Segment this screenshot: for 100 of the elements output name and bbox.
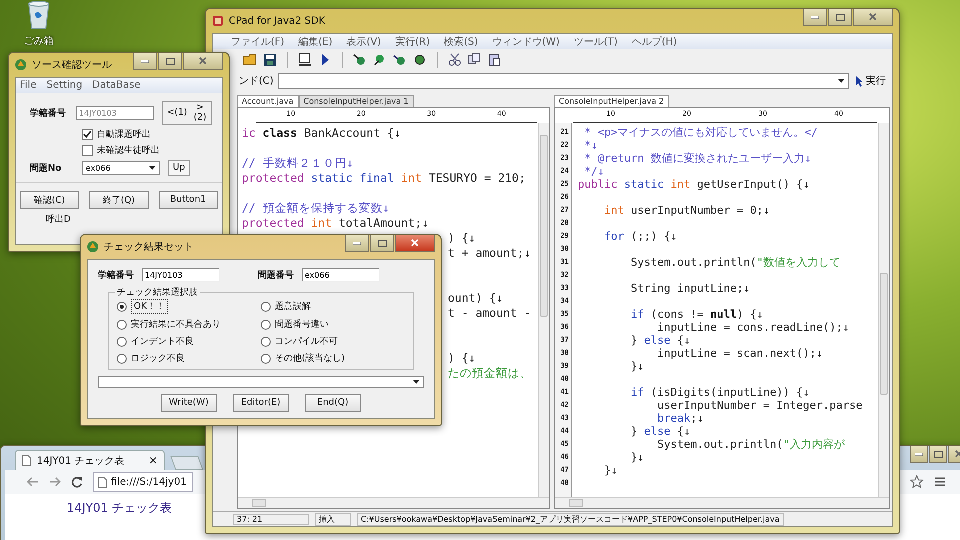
maximize-button[interactable] <box>828 9 852 26</box>
back-arrow-icon[interactable] <box>27 477 39 487</box>
radio-button[interactable] <box>261 320 271 330</box>
problem-dropdown[interactable]: ex066 <box>82 161 160 175</box>
save-icon[interactable] <box>263 53 277 67</box>
horizontal-scrollbar[interactable] <box>555 497 889 508</box>
option-label[interactable]: 実行結果に不具合あり <box>131 318 221 331</box>
close-button[interactable] <box>183 53 223 70</box>
option-label[interactable]: 題意誤解 <box>275 300 311 313</box>
tab-title: 14JY01 チェック表 <box>37 454 126 468</box>
window-title: チェック結果セット <box>104 241 195 254</box>
code-line: userInputNumber = Integer.parse <box>656 399 864 412</box>
copy-icon[interactable] <box>468 53 482 67</box>
command-field[interactable] <box>278 73 849 89</box>
code-line: t - amount - <box>448 306 532 321</box>
code-line: inputLine = cons.readLine();↓ <box>656 321 851 334</box>
action-button[interactable]: Write(W) <box>161 394 217 412</box>
code-line: for (;;) {↓ <box>603 230 678 243</box>
action-button[interactable]: 確認(C) <box>20 191 80 209</box>
menu-item[interactable]: 検索(S) <box>444 34 478 48</box>
menu-item[interactable]: DataBase <box>92 80 141 91</box>
minimize-button[interactable] <box>133 53 157 70</box>
option-label[interactable]: インデント不良 <box>131 335 194 348</box>
up-button[interactable]: Up <box>168 160 190 176</box>
close-button[interactable] <box>395 235 435 252</box>
radio-button[interactable] <box>117 354 127 364</box>
option-label[interactable]: OK！！ <box>131 299 168 314</box>
maximize-button[interactable] <box>158 53 182 70</box>
page-icon <box>98 476 107 488</box>
checkbox[interactable] <box>82 145 93 156</box>
menu-item[interactable]: ファイル(F) <box>231 34 285 48</box>
maximize-button[interactable] <box>929 446 947 463</box>
address-bar[interactable]: file:///S:/14jy01 <box>93 472 193 492</box>
horizontal-scrollbar[interactable] <box>238 497 549 508</box>
field-label: 呼出D <box>45 214 72 226</box>
run-button[interactable]: 実行 <box>853 74 888 88</box>
paste-icon[interactable] <box>488 53 502 67</box>
radio-button[interactable] <box>117 336 127 346</box>
folder-icon[interactable] <box>243 53 257 67</box>
menu-item[interactable]: 実行(R) <box>395 34 430 48</box>
file-tab[interactable]: ConsoleInputHelper.java 2 <box>554 95 670 107</box>
problem-number-field[interactable]: ex066 <box>302 268 380 282</box>
minimize-button[interactable] <box>345 235 369 252</box>
option-label[interactable]: 問題番号違い <box>275 318 329 331</box>
option-label[interactable]: ロジック不良 <box>131 352 185 365</box>
file-path: C:¥Users¥ookawa¥Desktop¥JavaSeminar¥2_アプリ実習ソースコード¥APP_STEP0¥ConsoleInputHelper.java <box>357 512 784 526</box>
close-button[interactable] <box>853 9 893 26</box>
icon-label[interactable]: ごみ箱 <box>24 34 54 48</box>
menu-item[interactable]: ウィンドウ(W) <box>492 34 560 48</box>
minimize-button[interactable] <box>803 9 827 26</box>
radio-button[interactable] <box>117 320 127 330</box>
code-line: protected static final int TESURYO = 210; <box>242 171 527 186</box>
nav-button[interactable]: >(2) <box>191 103 209 123</box>
nav-button[interactable]: <(1) <box>165 103 190 123</box>
checkbox[interactable] <box>82 129 93 140</box>
menu-item[interactable]: ツール(T) <box>574 34 618 48</box>
cursor-icon <box>855 76 863 86</box>
minimize-button[interactable] <box>910 446 928 463</box>
trash-bin-icon[interactable] <box>26 0 52 30</box>
checkbox-label[interactable]: 自動課題呼出 <box>97 128 151 141</box>
menu-item[interactable]: ヘルプ(H) <box>632 34 678 48</box>
action-button[interactable]: Button1 <box>158 191 218 209</box>
maximize-button[interactable] <box>370 235 394 252</box>
checkbox-label[interactable]: 未確認生徒呼出 <box>97 144 160 157</box>
star-icon[interactable] <box>910 475 924 489</box>
tab-close-button[interactable]: × <box>148 454 158 467</box>
window-title: CPad for Java2 SDK <box>229 16 326 26</box>
minimize-icon <box>353 242 361 244</box>
radio-button[interactable] <box>261 354 271 364</box>
file-tab[interactable]: Account.java <box>237 95 299 107</box>
menu-item[interactable]: 編集(E) <box>298 34 333 48</box>
document-icon[interactable] <box>298 53 312 67</box>
code-line: *↓ <box>584 139 599 152</box>
vertical-scrollbar[interactable] <box>878 123 889 497</box>
file-tab[interactable]: ConsoleInputHelper.java 1 <box>298 95 414 107</box>
option-label[interactable]: その他(該当なし) <box>275 352 346 365</box>
menu-item[interactable]: Setting <box>46 80 83 91</box>
page-heading: 14JY01 チェック表 <box>67 500 172 517</box>
radio-button[interactable] <box>117 302 127 312</box>
menu-item[interactable]: 表示(V) <box>346 34 382 48</box>
action-button[interactable]: Editor(E) <box>233 394 289 412</box>
reload-icon[interactable] <box>71 476 83 488</box>
action-button[interactable]: End(Q) <box>305 394 361 412</box>
student-id-field[interactable]: 14JY0103 <box>142 268 220 282</box>
vertical-scrollbar[interactable] <box>538 123 549 497</box>
maximize-icon <box>836 14 844 20</box>
browser-tab[interactable]: 14JY01 チェック表 × <box>15 450 165 470</box>
radio-button[interactable] <box>261 336 271 346</box>
option-label[interactable]: コンパイル不可 <box>275 335 338 348</box>
menu-item[interactable]: File <box>20 80 37 91</box>
radio-button[interactable] <box>261 302 271 312</box>
app-icon <box>87 241 99 253</box>
forward-arrow-icon[interactable] <box>49 477 61 487</box>
scissors-icon[interactable] <box>448 53 462 67</box>
code-line: System.out.println("数値を入力して <box>630 256 842 269</box>
action-button[interactable]: 終了(Q) <box>89 191 149 209</box>
menu-icon[interactable] <box>934 477 946 487</box>
minimize-icon <box>141 60 149 62</box>
student-id-field[interactable]: 14JY0103 <box>76 106 154 120</box>
comment-dropdown[interactable] <box>98 376 424 388</box>
